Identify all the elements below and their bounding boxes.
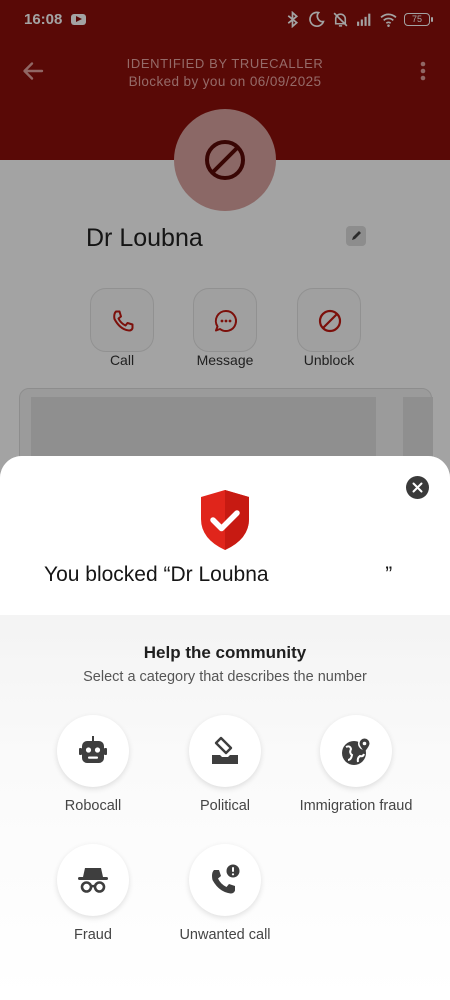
blocked-title: You blocked “Dr Loubna ” (44, 563, 393, 586)
robot-icon (79, 736, 107, 763)
immigration-fraud-label: Immigration fraud (299, 798, 413, 814)
close-button[interactable] (406, 476, 429, 499)
phone-alert-icon (212, 864, 240, 894)
spy-icon (78, 868, 108, 893)
close-icon (412, 482, 423, 493)
political-button[interactable] (189, 715, 261, 787)
help-title: Help the community (143, 643, 307, 662)
robocall-button[interactable] (57, 715, 129, 787)
unwanted-call-button[interactable] (189, 844, 261, 916)
blocked-bottom-sheet: You blocked “Dr Loubna ” Help the commun… (0, 456, 450, 1000)
ballot-box-icon (212, 736, 238, 764)
help-subtitle: Select a category that describes the num… (83, 669, 367, 685)
shield-check-icon (201, 490, 249, 550)
immigration-fraud-button[interactable] (320, 715, 392, 787)
fraud-button[interactable] (57, 844, 129, 916)
unwanted-call-label: Unwanted call (179, 927, 271, 943)
globe-pin-icon (342, 737, 371, 765)
